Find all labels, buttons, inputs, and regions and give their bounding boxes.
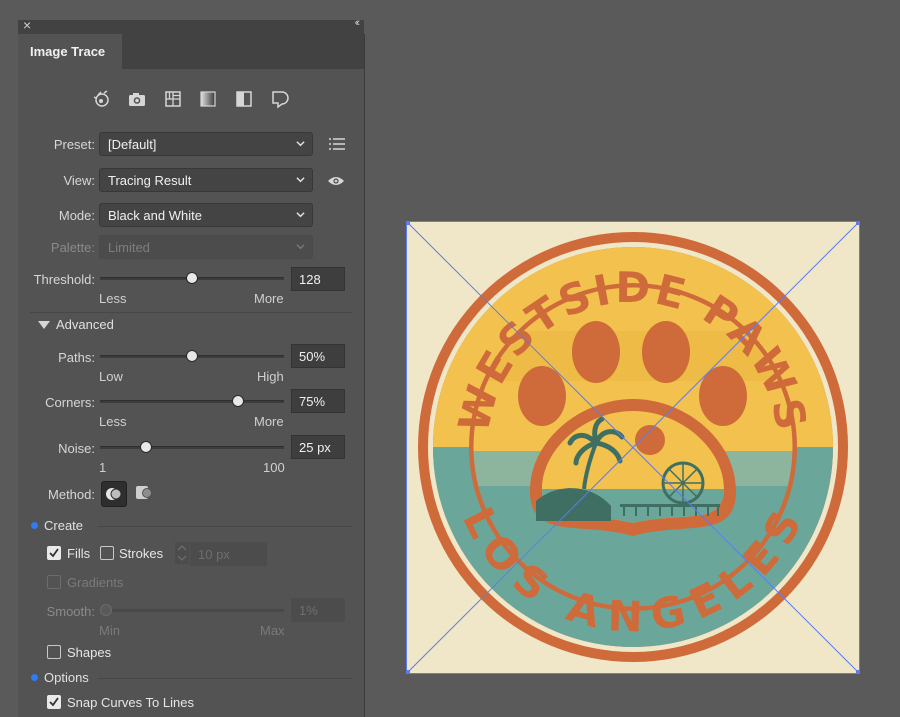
threshold-min-label: Less <box>99 291 127 306</box>
paths-input[interactable]: 50% <box>291 344 345 368</box>
sun <box>635 425 665 455</box>
mode-select[interactable]: Black and White <box>99 203 313 227</box>
snap-curves-label: Snap Curves To Lines <box>67 695 194 710</box>
noise-input[interactable]: 25 px <box>291 435 345 459</box>
create-section-title: Create <box>44 518 84 533</box>
smooth-min-label: Min <box>99 623 120 638</box>
divider <box>98 526 352 527</box>
selection-handle[interactable] <box>406 221 410 225</box>
tab-image-trace[interactable]: Image Trace <box>18 34 122 69</box>
palette-label: Palette: <box>50 240 95 255</box>
corners-input[interactable]: 75% <box>291 389 345 413</box>
fills-checkbox[interactable] <box>47 546 61 560</box>
close-icon[interactable]: × <box>23 17 31 33</box>
selection-handle[interactable] <box>856 670 860 674</box>
corners-max-label: More <box>254 414 284 429</box>
paths-max-label: High <box>257 369 284 384</box>
strokes-checkbox[interactable] <box>100 546 114 560</box>
grayscale-icon[interactable] <box>198 89 218 109</box>
pier <box>620 504 720 507</box>
mode-label: Mode: <box>58 208 95 223</box>
noise-min-label: 1 <box>99 460 107 475</box>
checkmark-icon <box>49 697 59 707</box>
chevron-down-icon <box>296 177 305 183</box>
threshold-max-label: More <box>254 291 284 306</box>
checkmark-icon <box>49 548 59 558</box>
eye-icon[interactable] <box>327 175 345 187</box>
view-value: Tracing Result <box>108 173 192 188</box>
strokes-width-input: 10 px <box>190 542 267 566</box>
smooth-slider-knob <box>100 604 112 616</box>
chevron-down-icon <box>296 141 305 147</box>
noise-max-label: 100 <box>263 460 285 475</box>
preset-select[interactable]: [Default] <box>99 132 313 156</box>
tab-strip: Image Trace <box>18 34 364 69</box>
paw-toe <box>518 366 566 426</box>
corners-slider-track[interactable] <box>100 400 284 403</box>
outline-icon[interactable] <box>270 89 290 109</box>
paths-label: Paths: <box>58 350 95 365</box>
strokes-label: Strokes <box>119 546 164 561</box>
trace-presets-toolbar <box>18 89 364 109</box>
shapes-label: Shapes <box>67 645 112 660</box>
paths-min-label: Low <box>99 369 123 384</box>
selection-handle[interactable] <box>406 670 410 674</box>
method-label: Method: <box>48 487 95 502</box>
mode-value: Black and White <box>108 208 202 223</box>
preset-value: [Default] <box>108 137 157 152</box>
smooth-slider-track <box>106 609 284 612</box>
low-color-grid-icon[interactable] <box>163 89 183 109</box>
divider <box>30 312 352 313</box>
palette-select: Limited <box>99 235 313 259</box>
paths-slider-knob[interactable] <box>186 350 198 362</box>
gradients-checkbox <box>47 575 61 589</box>
threshold-label: Threshold: <box>33 272 95 287</box>
view-select[interactable]: Tracing Result <box>99 168 313 192</box>
preset-label: Preset: <box>53 137 95 152</box>
corners-slider-knob[interactable] <box>232 395 244 407</box>
smooth-input: 1% <box>291 598 345 622</box>
preset-list-icon[interactable] <box>328 137 346 151</box>
overlapping-method-icon <box>136 486 152 499</box>
options-section-dot <box>31 674 38 681</box>
image-trace-panel: Image Trace Preset: [Default] View: Trac… <box>18 34 365 717</box>
auto-color-icon[interactable] <box>92 89 112 109</box>
stepper-icon <box>175 542 189 564</box>
noise-label: Noise: <box>58 441 95 456</box>
threshold-slider-knob[interactable] <box>186 272 198 284</box>
chevron-down-icon <box>296 212 305 218</box>
noise-slider-track[interactable] <box>100 446 284 449</box>
smooth-max-label: Max <box>260 623 285 638</box>
selection-handle[interactable] <box>856 221 860 225</box>
advanced-toggle[interactable]: Advanced <box>56 317 114 332</box>
disclosure-triangle-icon[interactable] <box>38 321 50 330</box>
collapse-icon[interactable]: ‹‹ <box>355 17 361 29</box>
noise-slider-knob[interactable] <box>140 441 152 453</box>
camera-icon[interactable] <box>127 89 147 109</box>
paw-toe <box>642 321 690 383</box>
chevron-down-icon <box>296 244 305 250</box>
snap-curves-checkbox[interactable] <box>47 695 61 709</box>
threshold-input[interactable]: 128 <box>291 267 345 291</box>
create-section-dot <box>31 522 38 529</box>
method-abutting-button[interactable] <box>101 481 127 507</box>
fills-label: Fills <box>67 546 91 561</box>
shapes-checkbox[interactable] <box>47 645 61 659</box>
traced-artwork[interactable]: WESTSIDE PAWS LOS ANGELES <box>406 221 860 674</box>
divider <box>98 678 352 679</box>
abutting-method-icon <box>106 488 122 500</box>
paw-toe <box>572 321 620 383</box>
method-overlapping-button[interactable] <box>132 481 158 507</box>
smooth-label: Smooth: <box>46 604 95 619</box>
panel-title-bar: × ‹‹ <box>18 17 364 34</box>
palette-value: Limited <box>108 240 150 255</box>
options-section-title: Options <box>44 670 89 685</box>
black-and-white-icon[interactable] <box>234 89 254 109</box>
corners-label: Corners: <box>45 395 95 410</box>
view-label: View: <box>63 173 95 188</box>
corners-min-label: Less <box>99 414 127 429</box>
gradients-label: Gradients <box>67 575 124 590</box>
